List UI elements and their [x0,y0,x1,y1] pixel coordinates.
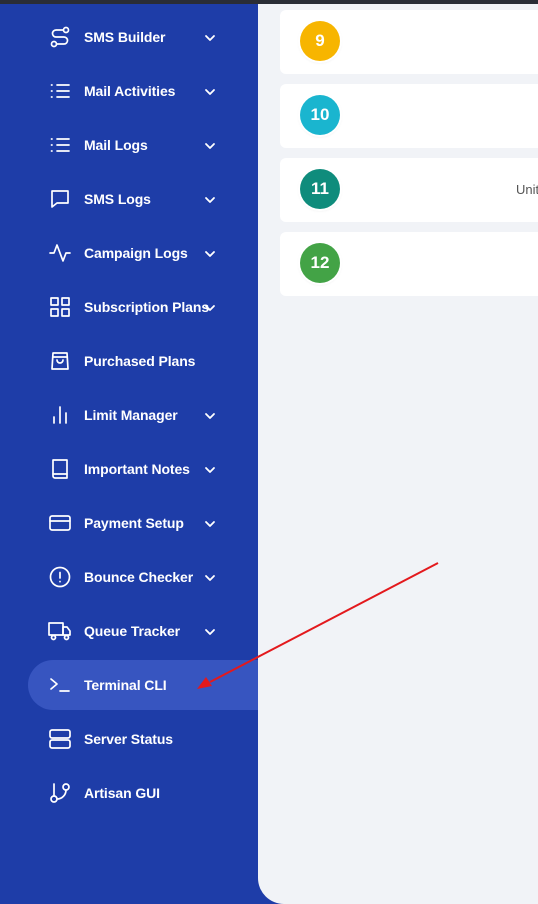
sidebar-item-label: Payment Setup [84,515,184,531]
chevron-down-icon[interactable] [204,85,216,97]
route-icon [48,25,72,49]
step-number-badge: 12 [300,243,340,283]
sidebar-item-terminal-cli[interactable]: Terminal CLI [28,660,258,710]
sidebar-item-payment-setup[interactable]: Payment Setup [28,498,258,548]
bar-chart-icon [48,403,72,427]
sidebar-item-label: Campaign Logs [84,245,188,261]
sidebar-item-bounce-checker[interactable]: Bounce Checker [28,552,258,602]
sidebar-item-label: Purchased Plans [84,353,196,369]
list-icon [48,79,72,103]
step-number-badge: 9 [300,21,340,61]
sidebar-item-label: Mail Activities [84,83,176,99]
step-number-badge: 11 [300,169,340,209]
sidebar-item-sms-builder[interactable]: SMS Builder [28,12,258,62]
shopping-bag-icon [48,349,72,373]
chevron-down-icon[interactable] [204,247,216,259]
sidebar-item-label: Terminal CLI [84,677,167,693]
list-item: 10 [280,84,538,148]
sidebar-item-mail-activities[interactable]: Mail Activities [28,66,258,116]
chevron-down-icon[interactable] [204,625,216,637]
sidebar-item-label: SMS Builder [84,29,166,45]
chevron-down-icon[interactable] [204,139,216,151]
sidebar-item-server-status[interactable]: Server Status [28,714,258,764]
grid-icon [48,295,72,319]
git-branch-icon [48,781,72,805]
sidebar-item-artisan-gui[interactable]: Artisan GUI [28,768,258,818]
book-icon [48,457,72,481]
credit-card-icon [48,511,72,535]
chevron-down-icon[interactable] [204,463,216,475]
chevron-down-icon[interactable] [204,409,216,421]
chevron-down-icon[interactable] [204,517,216,529]
sidebar-item-limit-manager[interactable]: Limit Manager [28,390,258,440]
list-icon [48,133,72,157]
alert-circle-icon [48,565,72,589]
sidebar-item-label: Queue Tracker [84,623,180,639]
chevron-down-icon[interactable] [204,571,216,583]
message-square-icon [48,187,72,211]
server-icon [48,727,72,751]
activity-icon [48,241,72,265]
sidebar-item-label: Mail Logs [84,137,148,153]
sidebar-item-queue-tracker[interactable]: Queue Tracker [28,606,258,656]
chevron-down-icon[interactable] [204,31,216,43]
sidebar-item-subscription-plans[interactable]: Subscription Plans [28,282,258,332]
sidebar-item-label: SMS Logs [84,191,151,207]
list-item: 12 [280,232,538,296]
sidebar-item-label: Artisan GUI [84,785,160,801]
list-item: 11 Unit [280,158,538,222]
sidebar-item-label: Subscription Plans [84,299,209,315]
sidebar: SMS Builder Mail Activities Mail Logs SM… [0,4,258,884]
main-content: 9 10 11 Unit 12 [258,4,538,904]
terminal-icon [48,673,72,697]
truck-icon [48,619,72,643]
sidebar-item-mail-logs[interactable]: Mail Logs [28,120,258,170]
sidebar-item-label: Limit Manager [84,407,178,423]
sidebar-item-label: Bounce Checker [84,569,194,585]
step-number-badge: 10 [300,95,340,135]
sidebar-item-purchased-plans[interactable]: Purchased Plans [28,336,258,386]
sidebar-item-label: Server Status [84,731,173,747]
sidebar-item-sms-logs[interactable]: SMS Logs [28,174,258,224]
sidebar-item-label: Important Notes [84,461,190,477]
sidebar-item-important-notes[interactable]: Important Notes [28,444,258,494]
chevron-down-icon[interactable] [204,301,216,313]
card-text: Unit [516,182,538,197]
chevron-down-icon[interactable] [204,193,216,205]
list-item: 9 [280,10,538,74]
sidebar-item-campaign-logs[interactable]: Campaign Logs [28,228,258,278]
